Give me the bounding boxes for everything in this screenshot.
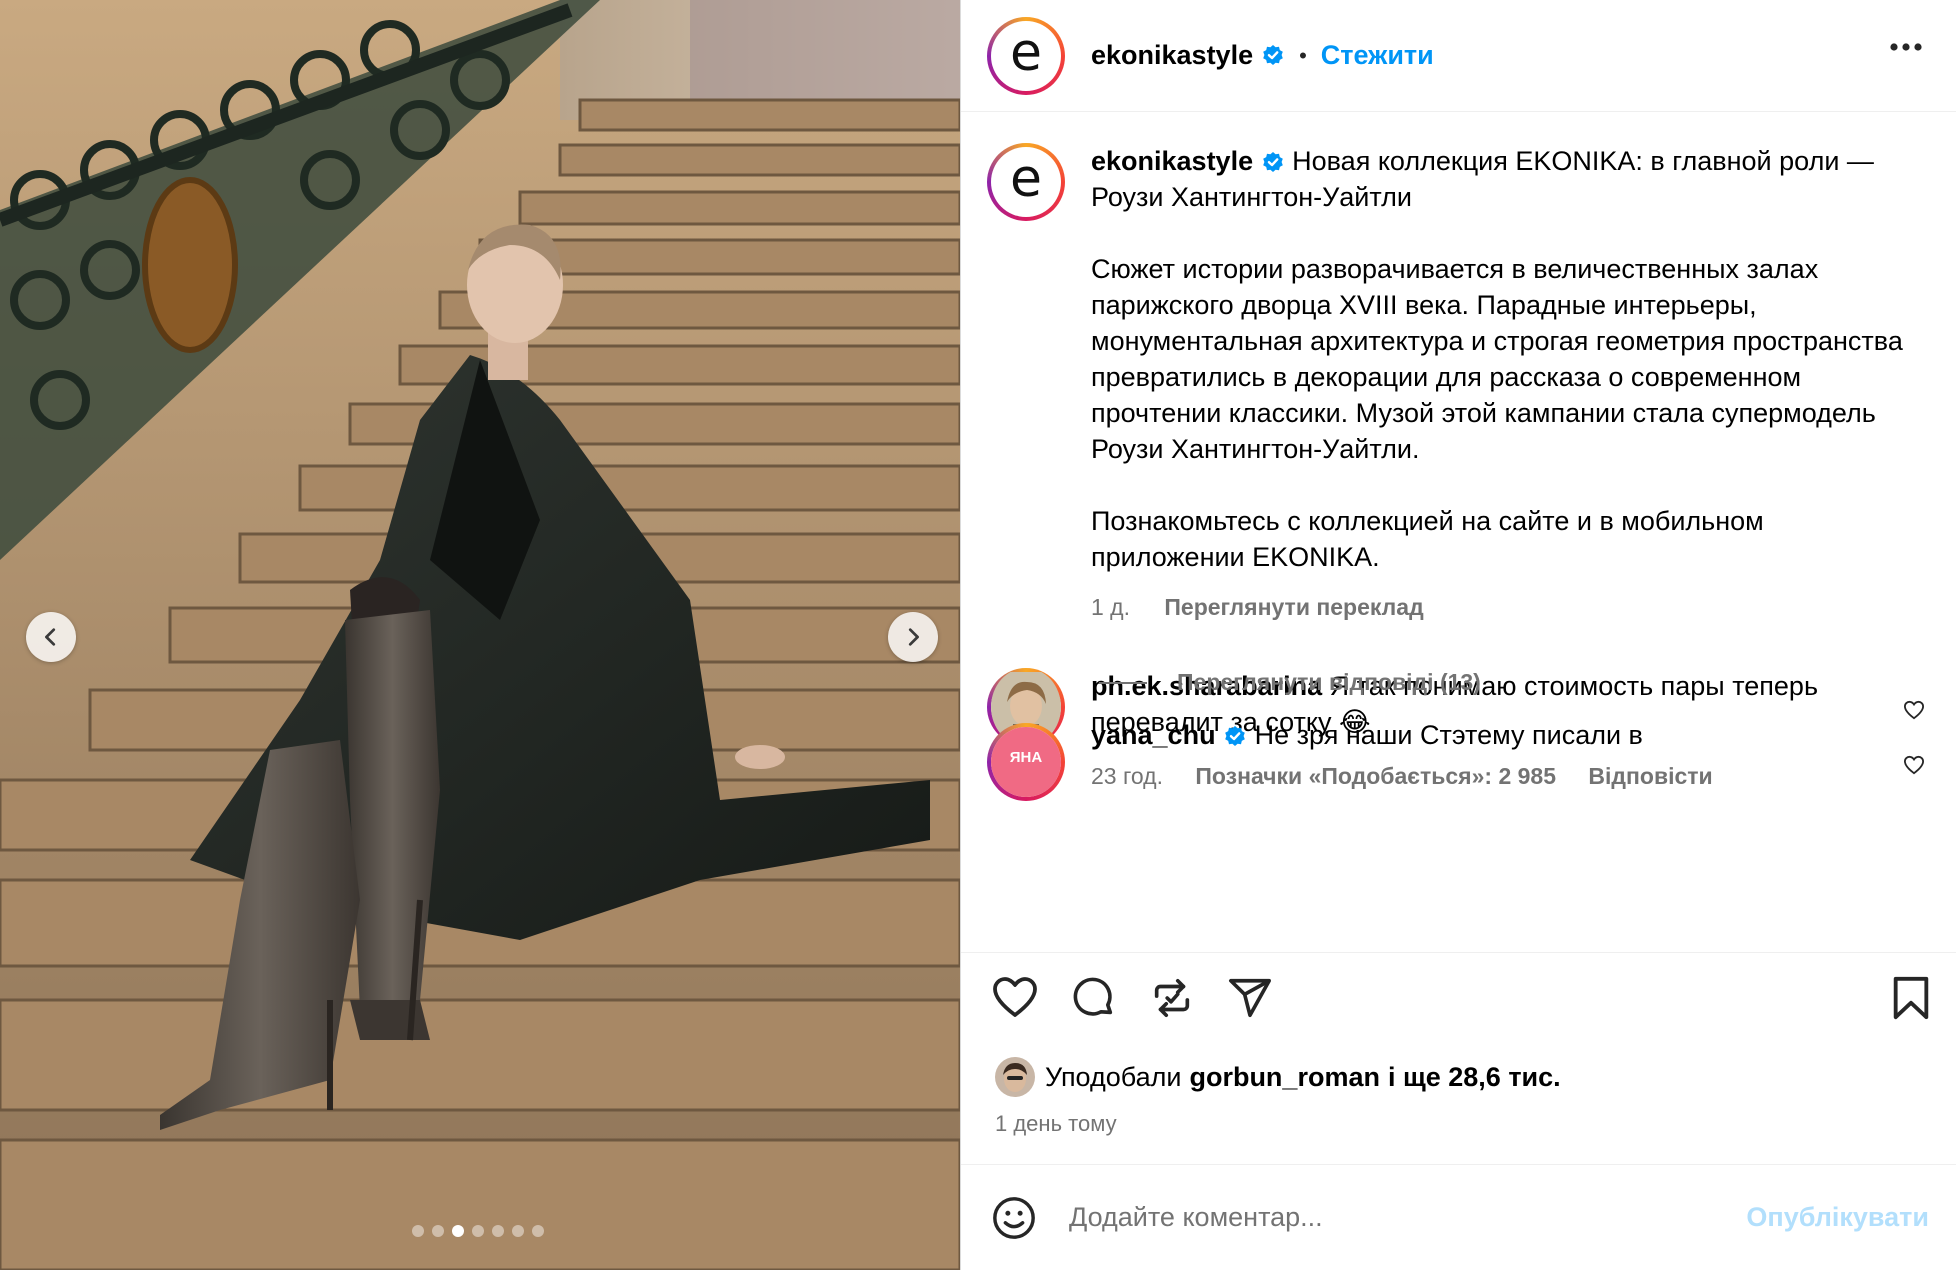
heart-icon[interactable] <box>1903 700 1925 720</box>
comment-input[interactable] <box>1069 1202 1709 1233</box>
share-icon[interactable] <box>1227 975 1273 1021</box>
verified-icon <box>1263 44 1283 65</box>
replies-divider-line <box>1099 681 1147 684</box>
comments-scroll-area[interactable]: e ekonikastyle Новая коллекция EKONIKA: … <box>961 113 1956 952</box>
caption-paragraph: Познакомьтесь с коллекцией на сайте и в … <box>1091 506 1764 572</box>
carousel-dot <box>472 1225 484 1237</box>
view-replies-label: Переглянути відповіді (13) <box>1177 669 1481 695</box>
header-separator: • <box>1299 42 1307 68</box>
repost-icon[interactable] <box>1149 975 1195 1021</box>
post-header: e ekonikastyle • Стежити <box>961 0 1956 112</box>
instagram-post-modal: e ekonikastyle • Стежити e ekonikastyle … <box>0 0 1956 1270</box>
next-slide-button[interactable] <box>888 612 938 662</box>
liker-avatar[interactable] <box>995 1057 1035 1097</box>
caption-paragraph: Сюжет истории разворачивается в величест… <box>1091 254 1903 464</box>
avatar-logo-letter: e <box>1010 149 1042 209</box>
comment-item: ЯНА yana_chu Не зря наши Стэтему писали … <box>987 720 1927 801</box>
post-action-bar: Уподобали gorbun_roman і ще 28,6 тис. 1 … <box>961 952 1956 1152</box>
comment-composer: Опублікувати <box>961 1164 1956 1270</box>
carousel-dot <box>512 1225 524 1237</box>
carousel-indicators <box>412 1225 544 1237</box>
heart-icon[interactable] <box>991 975 1039 1019</box>
comment-icon[interactable] <box>1071 975 1117 1021</box>
emoji-icon[interactable] <box>991 1195 1037 1241</box>
post-side-panel: e ekonikastyle • Стежити e ekonikastyle … <box>960 0 1956 1270</box>
post-photo <box>0 0 960 1270</box>
verified-icon <box>1262 151 1283 172</box>
author-avatar[interactable]: e <box>987 16 1065 95</box>
comment-text: Не зря наши Стэтему писали в <box>1254 720 1643 750</box>
likes-count[interactable]: і ще 28,6 тис. <box>1388 1062 1561 1093</box>
bookmark-icon[interactable] <box>1891 975 1931 1021</box>
likes-summary: Уподобали gorbun_roman і ще 28,6 тис. <box>995 1057 1561 1097</box>
chevron-left-icon <box>45 628 56 646</box>
more-icon[interactable] <box>1889 42 1923 52</box>
carousel-dot <box>492 1225 504 1237</box>
commenter-avatar[interactable]: ЯНА <box>987 723 1065 801</box>
heart-icon[interactable] <box>1903 755 1925 775</box>
previous-slide-button[interactable] <box>26 612 76 662</box>
post-media-carousel[interactable] <box>0 0 960 1270</box>
post-date[interactable]: 1 день тому <box>995 1111 1117 1137</box>
liker-username[interactable]: gorbun_roman <box>1189 1062 1380 1093</box>
follow-button[interactable]: Стежити <box>1321 40 1434 71</box>
liked-prefix: Уподобали <box>1045 1061 1182 1092</box>
caption-timestamp[interactable]: 1 д. <box>1091 594 1130 620</box>
post-comment-button[interactable]: Опублікувати <box>1746 1202 1929 1233</box>
caption-author-avatar[interactable]: e <box>987 143 1065 221</box>
verified-icon <box>1225 725 1245 746</box>
view-replies-button[interactable]: Переглянути відповіді (13) <box>1099 669 1481 696</box>
avatar-logo-letter: e <box>1010 22 1042 83</box>
post-caption: e ekonikastyle Новая коллекция EKONIKA: … <box>987 143 1927 625</box>
yana-avatar-badge: ЯНА <box>991 727 1061 797</box>
comment-author[interactable]: yana_chu <box>1091 720 1216 750</box>
see-translation-link[interactable]: Переглянути переклад <box>1164 594 1423 620</box>
author-username[interactable]: ekonikastyle <box>1091 40 1253 71</box>
chevron-right-icon <box>908 628 919 646</box>
carousel-dot <box>412 1225 424 1237</box>
caption-author-username[interactable]: ekonikastyle <box>1091 146 1253 176</box>
caption-meta: 1 д. Переглянути переклад <box>1091 589 1911 625</box>
carousel-dot <box>452 1225 464 1237</box>
carousel-dot <box>432 1225 444 1237</box>
carousel-dot <box>532 1225 544 1237</box>
